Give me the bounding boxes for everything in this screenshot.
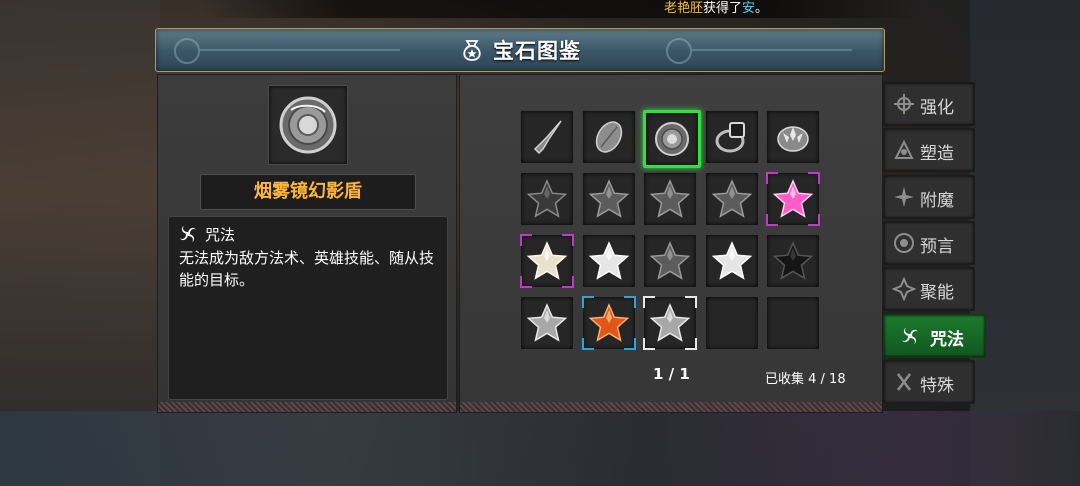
shape-icon [894, 140, 914, 160]
white-star-icon [588, 241, 629, 280]
prophecy-icon [894, 232, 914, 253]
gem-slot-empty [704, 296, 759, 350]
gem-slot[interactable] [643, 296, 697, 350]
crest-gem-icon [777, 126, 809, 152]
tab-strengthen[interactable]: 强化 [883, 82, 975, 126]
gem-slot[interactable] [643, 110, 701, 168]
dagger-gem-icon [533, 120, 562, 155]
selected-gem-slot [268, 85, 348, 165]
gem-bag-icon [463, 40, 481, 61]
tab-label: 咒法 [930, 329, 964, 350]
grey-star-icon [649, 179, 691, 218]
gem-description: 无法成为敌方法术、英雄技能、随从技能的目标。 [179, 249, 435, 289]
gem-slot[interactable] [520, 172, 574, 226]
tab-special[interactable]: 特殊 [883, 359, 975, 404]
rarity-corner [562, 276, 574, 288]
tab-label: 聚能 [920, 283, 954, 304]
background-bottom [0, 411, 1080, 486]
collected-count: 已收集 4 / 18 [765, 372, 846, 387]
rarity-corner [808, 172, 820, 184]
dark-star-icon [526, 179, 568, 218]
round-shield-icon [655, 122, 689, 156]
ring-gem-icon [715, 122, 745, 153]
rarity-corner [808, 214, 820, 226]
gem-slot[interactable] [581, 110, 636, 164]
gem-slot[interactable] [704, 172, 759, 226]
tab-spiral-spell[interactable]: 咒法 [883, 313, 986, 358]
enchant-icon [894, 186, 914, 207]
gem-category: 咒法 [177, 223, 235, 247]
special-icon [897, 373, 911, 391]
rarity-corner [562, 234, 574, 246]
gem-slot[interactable] [581, 172, 636, 226]
tab-shape[interactable]: 塑造 [883, 128, 975, 173]
notice-item: 安 [742, 1, 756, 16]
grey-star-icon [649, 241, 691, 280]
tab-label: 预言 [920, 236, 954, 257]
rarity-corner [685, 338, 697, 350]
gem-slot[interactable] [766, 172, 820, 226]
rarity-corner [581, 296, 594, 308]
gem-description-box: 咒法 无法成为敌方法术、英雄技能、随从技能的目标。 [168, 216, 448, 400]
rarity-corner [766, 172, 778, 184]
tab-enchant[interactable]: 附魔 [883, 174, 975, 219]
page-indicator: 1 / 1 [653, 365, 690, 383]
grey-star-icon [711, 179, 752, 218]
silver-star-icon [526, 303, 568, 342]
dialog-title: 宝石图鉴 [493, 39, 581, 63]
spiral-spell-icon [902, 327, 918, 344]
rarity-corner [520, 234, 532, 246]
gem-collection-dialog: 宝石图鉴 烟雾镜幻影盾 咒法 无法成为敌方法术、英雄技能、随从技能的目标。 1 … [155, 28, 885, 413]
leaf-gem-icon [595, 121, 622, 153]
notice-player: 老艳胚 [664, 1, 704, 16]
gem-slot[interactable] [766, 110, 820, 164]
gem-detail-panel: 烟雾镜幻影盾 咒法 无法成为敌方法术、英雄技能、随从技能的目标。 [157, 74, 457, 413]
rarity-corner [623, 338, 636, 350]
rarity-corner [520, 276, 532, 288]
round-shield-icon [279, 96, 337, 154]
tab-label: 塑造 [920, 144, 954, 165]
white-star-icon [711, 241, 752, 280]
notice-bar [200, 0, 920, 18]
rarity-corner [643, 296, 655, 308]
gem-slot[interactable] [704, 234, 759, 288]
title-bar: 宝石图鉴 [155, 28, 885, 72]
gem-slot[interactable] [520, 234, 574, 288]
black-star-icon [772, 241, 814, 280]
grey-star-icon [588, 179, 629, 218]
gem-name: 烟雾镜幻影盾 [200, 174, 416, 210]
gem-slot[interactable] [581, 296, 636, 350]
gem-slot-empty [766, 296, 820, 350]
rarity-corner [685, 296, 697, 308]
gem-slot[interactable] [766, 234, 820, 288]
gem-slot[interactable] [520, 110, 574, 164]
rarity-corner [623, 296, 636, 308]
rarity-corner [581, 338, 594, 350]
tab-charge[interactable]: 聚能 [883, 267, 975, 312]
rarity-corner [643, 338, 655, 350]
gem-category-label: 咒法 [205, 225, 236, 244]
gem-slot[interactable] [520, 296, 574, 350]
title-center: 宝石图鉴 [156, 35, 884, 65]
notice-text: 获得了 [703, 1, 743, 16]
strengthen-icon [894, 94, 914, 114]
gem-slot[interactable] [643, 172, 697, 226]
gem-slot[interactable] [643, 234, 697, 288]
rarity-corner [766, 214, 778, 226]
gem-slot[interactable] [704, 110, 759, 164]
spiral-spell-icon [180, 226, 196, 242]
tab-label: 附魔 [920, 190, 954, 211]
tab-prophecy[interactable]: 预言 [883, 220, 975, 265]
tab-label: 强化 [920, 98, 954, 118]
charge-icon [892, 277, 916, 302]
gem-grid-panel: 1 / 1 已收集 4 / 18 [459, 74, 883, 413]
system-notice: 老艳胚获得了安。 [664, 0, 768, 17]
notice-end: 。 [755, 1, 769, 16]
tab-label: 特殊 [920, 375, 954, 396]
gem-slot[interactable] [581, 234, 636, 288]
